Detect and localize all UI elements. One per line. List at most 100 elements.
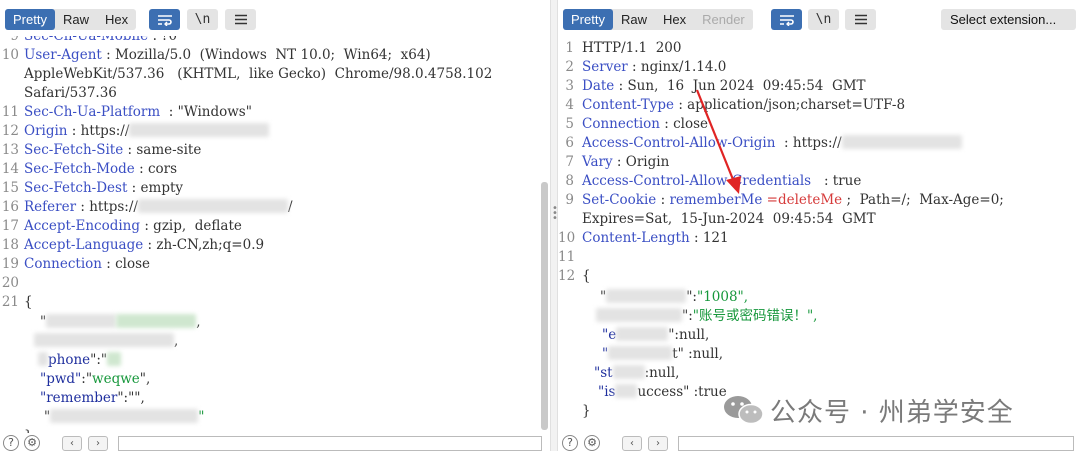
wrap-lines-icon [779, 14, 794, 26]
redacted-blur [606, 289, 687, 303]
header-name: Vary [582, 154, 613, 170]
response-editor[interactable]: 1 HTTP/1.1 200 2 Server : nginx/1.14.0 3 Da… [558, 36, 1080, 433]
code-line: 5 Connection : close [558, 115, 708, 134]
json-text: ": [686, 289, 697, 305]
response-toolbar: Pretty Raw Hex Render \n Select extensio… [558, 0, 1080, 36]
json-line: "e ":null, [602, 326, 709, 345]
previous-match-button[interactable]: ‹ [62, 436, 82, 451]
separator: : [775, 135, 793, 151]
header-value: https:// [80, 123, 130, 139]
hamburger-menu-icon [854, 14, 867, 25]
tab-pretty[interactable]: Pretty [563, 9, 613, 30]
header-name: Sec-Ch-Ua-Platform [24, 104, 161, 120]
tab-raw[interactable]: Raw [55, 9, 97, 30]
code-line: 15 Sec-Fetch-Dest : empty [0, 179, 183, 198]
code-line: 14 Sec-Fetch-Mode : cors [0, 160, 177, 179]
header-name: Sec-Fetch-Dest [24, 180, 128, 196]
hamburger-menu-icon [234, 14, 247, 25]
json-line: ":"账号或密码错误！", [596, 307, 817, 326]
response-search-bar: ? ⚙ ‹ › [558, 433, 1080, 451]
show-newlines-button[interactable]: \n [187, 9, 218, 30]
separator: : [101, 47, 115, 63]
pane-splitter[interactable]: • • • [550, 0, 558, 451]
line-number: 15 [1, 180, 19, 196]
json-text: t" :null, [672, 346, 724, 362]
redacted-blur [616, 327, 669, 341]
json-line: "remember":"", [40, 389, 145, 408]
wechat-logo-icon [722, 393, 766, 427]
tab-hex[interactable]: Hex [655, 9, 694, 30]
json-brace: { [582, 268, 591, 284]
vertical-scrollbar[interactable] [541, 182, 548, 430]
header-name: Accept-Encoding [24, 218, 141, 234]
code-line: 9 Sec-Ch-Ua-Mobile : ?0 [0, 36, 177, 46]
redacted-blur [129, 123, 270, 137]
redacted-blur [596, 308, 682, 322]
line-number: 9 [10, 36, 19, 44]
line-number: 14 [1, 161, 19, 177]
tab-pretty[interactable]: Pretty [5, 9, 55, 30]
line-number: 6 [565, 135, 574, 151]
header-name: Origin [24, 123, 68, 139]
options-menu-button[interactable] [845, 9, 876, 30]
json-text: :" [81, 371, 93, 387]
header-name: User-Agent [24, 47, 102, 63]
line-number: 11 [558, 249, 576, 265]
header-name: Connection [582, 116, 660, 132]
code-line: 7 Vary : Origin [558, 153, 669, 172]
tab-hex[interactable]: Hex [97, 9, 136, 30]
header-value: / [287, 199, 293, 215]
header-name: Set-Cookie [582, 192, 657, 208]
json-text: :null, [644, 365, 680, 381]
settings-gear-icon[interactable]: ⚙ [584, 435, 600, 451]
header-value: zh-CN,zh;q=0.9 [156, 237, 265, 253]
code-line: 11 Sec-Ch-Ua-Platform : "Windows" [0, 103, 252, 122]
separator: : [627, 59, 641, 75]
header-value: close [115, 256, 151, 272]
previous-match-button[interactable]: ‹ [622, 436, 642, 451]
request-view-tabs: Pretty Raw Hex [5, 9, 137, 30]
help-icon[interactable]: ? [3, 435, 19, 451]
header-name: Sec-Ch-Ua-Mobile [24, 36, 149, 44]
wrap-lines-button[interactable] [149, 9, 180, 30]
wrap-lines-button[interactable] [771, 9, 802, 30]
options-menu-button[interactable] [225, 9, 256, 30]
header-value: cors [147, 161, 178, 177]
search-input[interactable] [678, 436, 1074, 451]
tab-render[interactable]: Render [694, 9, 753, 30]
header-value: https:// [792, 135, 842, 151]
request-editor[interactable]: 9 Sec-Ch-Ua-Mobile : ?0 10 User-Agent : Mo… [0, 36, 550, 433]
line-number: 7 [565, 154, 574, 170]
help-icon[interactable]: ? [562, 435, 578, 451]
settings-gear-icon[interactable]: ⚙ [24, 435, 40, 451]
redacted-blur [107, 352, 122, 366]
json-key: "st [594, 365, 613, 381]
json-text: uccess" :true [637, 384, 727, 400]
wrap-lines-icon [157, 14, 172, 26]
redacted-blur [608, 346, 673, 360]
redacted-blur [612, 365, 645, 379]
line-number: 13 [1, 142, 19, 158]
search-input[interactable] [118, 436, 542, 451]
next-match-button[interactable]: › [648, 436, 668, 451]
separator: : [143, 237, 157, 253]
line-number: 11 [1, 104, 19, 120]
request-pane: Pretty Raw Hex \n 9 Sec-Ch-Ua-Mobile : ?0… [0, 0, 550, 451]
select-extension-dropdown[interactable]: Select extension... [941, 9, 1076, 30]
code-line: 9 Set-Cookie : rememberMe =deleteMe ; Pat… [558, 191, 1003, 210]
next-match-button[interactable]: › [88, 436, 108, 451]
header-value: empty [140, 180, 184, 196]
line-number: 17 [1, 218, 19, 234]
json-line: "is uccess" :true [598, 383, 727, 402]
code-line: 21 { [0, 293, 33, 312]
separator: : [689, 230, 703, 246]
header-value: close [673, 116, 709, 132]
line-number: 16 [1, 199, 19, 215]
tab-raw[interactable]: Raw [613, 9, 655, 30]
line-number: 21 [1, 294, 19, 310]
show-newlines-button[interactable]: \n [808, 9, 839, 30]
separator: : [674, 97, 688, 113]
line-number: 12 [558, 268, 576, 284]
header-name: Referer [24, 199, 77, 215]
code-line-wrap: AppleWebKit/537.36 (KHTML, like Gecko) C… [24, 65, 492, 84]
